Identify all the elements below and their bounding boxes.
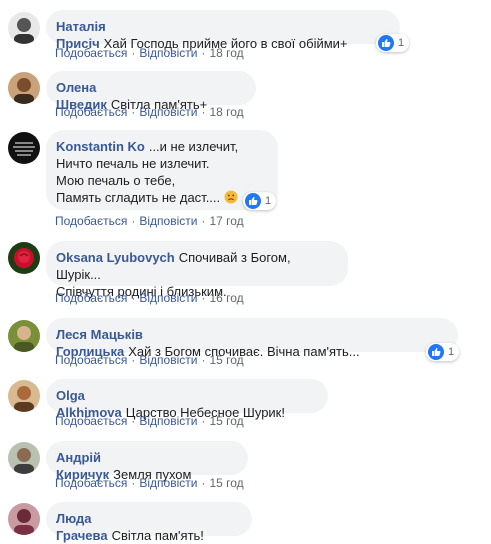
comment-actions: Подобається · Відповісти · 17 год <box>55 214 244 228</box>
reaction-count[interactable]: 1 <box>426 343 460 361</box>
reply-link[interactable]: Відповісти <box>139 46 197 60</box>
avatar[interactable] <box>8 503 40 535</box>
comment-author[interactable]: Люда Грачева <box>56 511 108 543</box>
comment-bubble: Люда Грачева Світла пам'ять! <box>46 502 252 543</box>
comment-bubble: Олена Шведик Світла пам'ять+ <box>46 71 256 112</box>
reply-link[interactable]: Відповісти <box>139 214 197 228</box>
reply-link[interactable]: Відповісти <box>139 414 197 428</box>
timestamp[interactable]: 16 год <box>209 291 243 305</box>
comment-actions: Подобається · Відповісти · 15 год <box>55 353 244 367</box>
like-link[interactable]: Подобається <box>55 476 127 490</box>
like-link[interactable]: Подобається <box>55 353 127 367</box>
timestamp[interactable]: 17 год <box>209 214 243 228</box>
timestamp[interactable]: 15 год <box>209 414 243 428</box>
comment-actions: Подобається · Відповісти · 18 год <box>55 105 244 119</box>
avatar[interactable] <box>8 132 40 164</box>
reply-link[interactable]: Відповісти <box>139 291 197 305</box>
reaction-number: 1 <box>398 37 405 49</box>
frowning-face-icon <box>224 190 238 204</box>
avatar[interactable] <box>8 12 40 44</box>
like-link[interactable]: Подобається <box>55 46 127 60</box>
comment-actions: Подобається · Відповісти · 15 год <box>55 414 244 428</box>
comment-bubble: Oksana Lyubovych Спочивай з Богом, Шурік.… <box>46 241 348 299</box>
timestamp[interactable]: 18 год <box>209 46 243 60</box>
comment-bubble: Андрій Киричук Земля пухом <box>46 441 248 482</box>
reaction-number: 1 <box>265 195 272 207</box>
reply-link[interactable]: Відповісти <box>139 105 197 119</box>
reaction-count[interactable]: 1 <box>243 192 277 210</box>
like-link[interactable]: Подобається <box>55 291 127 305</box>
avatar[interactable] <box>8 72 40 104</box>
comment-actions: Подобається · Відповісти · 16 год <box>55 291 244 305</box>
like-icon <box>245 193 261 209</box>
comment-bubble: Наталія Присіч Хай Господь прийме його в … <box>46 10 400 51</box>
avatar[interactable] <box>8 442 40 474</box>
like-link[interactable]: Подобається <box>55 414 127 428</box>
avatar[interactable] <box>8 320 40 352</box>
comment-author[interactable]: Konstantin Ko <box>56 139 145 154</box>
timestamp[interactable]: 18 год <box>209 105 243 119</box>
comment-bubble: Olga Alkhimova Царство Небесное Шурик! <box>46 379 328 420</box>
reaction-count[interactable]: 1 <box>376 34 410 52</box>
comment-text: Світла пам'ять! <box>111 528 204 543</box>
timestamp[interactable]: 15 год <box>209 476 243 490</box>
reaction-number: 1 <box>448 346 455 358</box>
comment-author[interactable]: Oksana Lyubovych <box>56 250 175 265</box>
comment-bubble: Леся Мацьків Горлицька Хай з Богом спочив… <box>46 318 458 359</box>
like-link[interactable]: Подобається <box>55 214 127 228</box>
avatar[interactable] <box>8 242 40 274</box>
like-link[interactable]: Подобається <box>55 105 127 119</box>
comment-actions: Подобається · Відповісти · 15 год <box>55 476 244 490</box>
like-icon <box>378 35 394 51</box>
timestamp[interactable]: 15 год <box>209 353 243 367</box>
reply-link[interactable]: Відповісти <box>139 353 197 367</box>
comment-actions: Подобається · Відповісти · 18 год <box>55 46 244 60</box>
reply-link[interactable]: Відповісти <box>139 476 197 490</box>
like-icon <box>428 344 444 360</box>
avatar[interactable] <box>8 380 40 412</box>
